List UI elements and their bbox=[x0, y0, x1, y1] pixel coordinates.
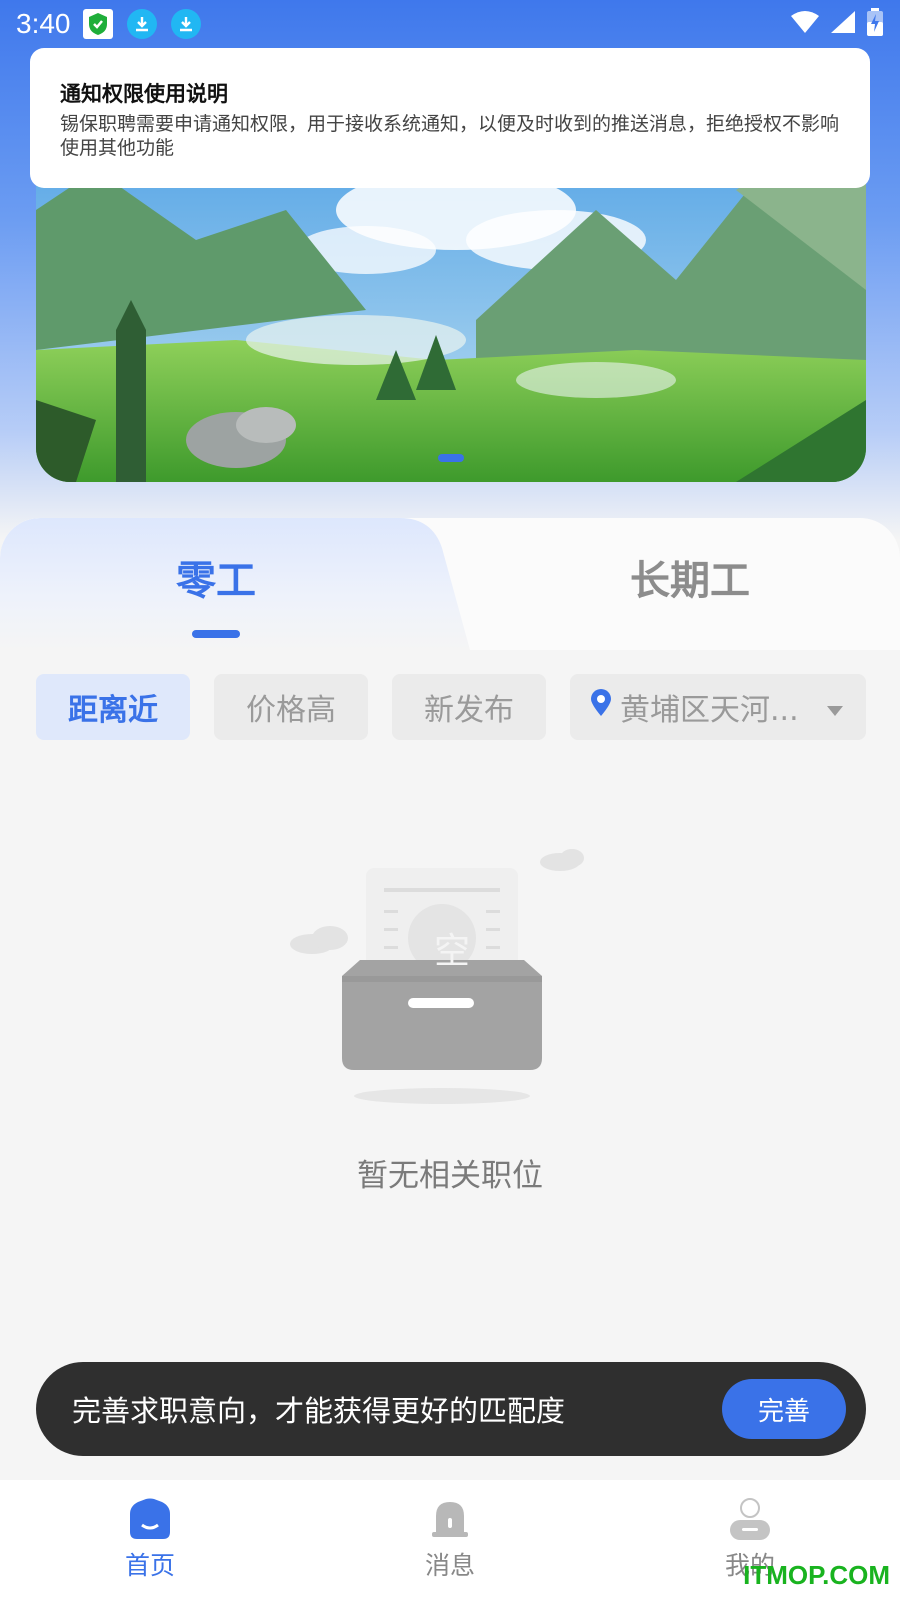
bell-icon bbox=[428, 1498, 472, 1544]
status-time: 3:40 bbox=[16, 8, 71, 39]
nav-messages[interactable]: 消息 bbox=[300, 1480, 600, 1600]
notice-title: 通知权限使用说明 bbox=[60, 82, 228, 106]
profile-icon bbox=[728, 1498, 772, 1544]
notification-permission-card: 通知权限使用说明 锡保职聘需要申请通知权限，用于接收系统通知，以便及时收到的推送… bbox=[30, 48, 870, 188]
filter-highest-price-button[interactable]: 价格高 bbox=[214, 674, 368, 740]
location-filter-label: 黄埔区天河... bbox=[620, 693, 799, 728]
nav-home[interactable]: 首页 bbox=[0, 1480, 300, 1600]
home-icon bbox=[128, 1498, 172, 1544]
watermark-text: ITMOP.COM bbox=[743, 1560, 890, 1590]
banner-landscape-image bbox=[36, 150, 866, 482]
filter-newest-button[interactable]: 新发布 bbox=[392, 674, 546, 740]
download-icon bbox=[126, 9, 157, 39]
tab-lingong[interactable]: 零工 bbox=[166, 548, 266, 606]
prompt-message: 完善求职意向，才能获得更好的匹配度 bbox=[72, 1394, 566, 1428]
empty-state-illustration bbox=[290, 848, 610, 1122]
download-icon bbox=[170, 9, 201, 39]
carousel-indicator-dot[interactable] bbox=[438, 454, 464, 462]
chevron-down-icon bbox=[826, 690, 844, 725]
notice-body: 锡保职聘需要申请通知权限，用于接收系统通知，以便及时收到的推送消息，拒绝授权不影… bbox=[60, 113, 840, 159]
empty-state-text: 暂无相关职位 bbox=[357, 1158, 543, 1194]
banner-carousel[interactable] bbox=[36, 150, 866, 482]
status-bar: 3:40 bbox=[0, 0, 900, 48]
nav-home-label: 首页 bbox=[124, 1551, 175, 1580]
complete-profile-button[interactable]: 完善 bbox=[722, 1379, 846, 1439]
wifi-icon bbox=[790, 10, 820, 38]
location-pin-icon bbox=[590, 689, 612, 725]
signal-icon bbox=[830, 10, 856, 38]
battery-charging-icon bbox=[866, 8, 884, 40]
job-intent-prompt-bar: 完善求职意向，才能获得更好的匹配度 完善 bbox=[36, 1362, 866, 1456]
job-list-panel: 零工 长期工 距离近 价格高 新发布 黄埔区天河... 空 暂无相关职位 bbox=[0, 518, 900, 1478]
shield-icon bbox=[82, 9, 113, 39]
active-tab-indicator bbox=[192, 630, 240, 638]
nav-messages-label: 消息 bbox=[424, 1551, 475, 1580]
empty-badge-text: 空 bbox=[433, 931, 470, 972]
location-filter-dropdown[interactable]: 黄埔区天河... bbox=[570, 674, 866, 740]
sort-filter-bar: 距离近 价格高 新发布 黄埔区天河... bbox=[36, 674, 866, 740]
filter-nearest-button[interactable]: 距离近 bbox=[36, 674, 190, 740]
tab-changqigong[interactable]: 长期工 bbox=[620, 548, 760, 606]
job-type-tabs: 零工 长期工 bbox=[0, 518, 900, 650]
